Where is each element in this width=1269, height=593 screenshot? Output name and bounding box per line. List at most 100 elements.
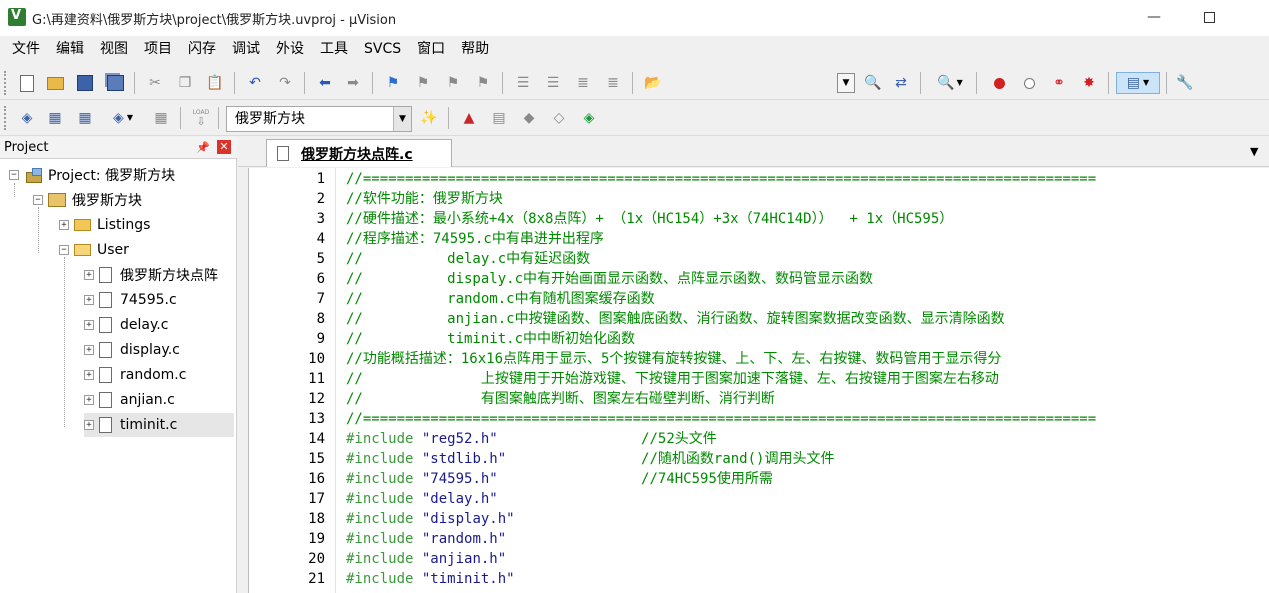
- expand-toggle[interactable]: +: [84, 270, 94, 280]
- expand-toggle[interactable]: +: [84, 420, 94, 430]
- tree-item-file[interactable]: +74595.c: [84, 288, 234, 312]
- next-bookmark-button[interactable]: ⚑: [442, 72, 464, 94]
- collapse-toggle[interactable]: −: [59, 245, 69, 255]
- comment-button[interactable]: ≣: [572, 72, 594, 94]
- save-all-button[interactable]: [104, 72, 126, 94]
- expand-toggle[interactable]: +: [59, 220, 69, 230]
- tree-item-file[interactable]: + anjian.c: [84, 388, 234, 412]
- minimize-button[interactable]: —: [1131, 0, 1177, 36]
- comment-text: // 上按键用于开始游戏键、下按键用于图案加速下落键、左、右按键用于图案左右移动: [346, 371, 999, 387]
- maximize-button[interactable]: [1186, 0, 1232, 36]
- target-options-button[interactable]: ✨: [418, 107, 440, 129]
- disable-all-breakpoints-button[interactable]: ⚭: [1048, 72, 1070, 94]
- collapse-toggle[interactable]: −: [9, 170, 19, 180]
- source-file-icon: [99, 392, 112, 408]
- menu-item-2[interactable]: 视图: [92, 36, 136, 62]
- select-packs-button[interactable]: ▤: [488, 107, 510, 129]
- menu-item-0[interactable]: 文件: [4, 36, 48, 62]
- find-button[interactable]: 🔍: [862, 72, 884, 94]
- menu-item-10[interactable]: 帮助: [453, 36, 497, 62]
- line-number: 4: [316, 231, 325, 247]
- comment-text: // anjian.c中按键函数、图案触底函数、消行函数、旋转图案数据改变函数、…: [346, 311, 1005, 327]
- uncomment-button[interactable]: ≣: [602, 72, 624, 94]
- navigate-forward-button[interactable]: ➡: [342, 72, 364, 94]
- tree-item-label: 74595.c: [120, 292, 177, 308]
- copy-button[interactable]: ❐: [174, 72, 196, 94]
- clear-bookmarks-button[interactable]: ⚑: [472, 72, 494, 94]
- expand-toggle[interactable]: +: [84, 345, 94, 355]
- bookmark-next-icon: ⚑: [446, 75, 460, 91]
- line-number: 10: [308, 351, 325, 367]
- configuration-button[interactable]: 🔧: [1174, 72, 1196, 94]
- tree-item-file[interactable]: + random.c: [84, 363, 234, 387]
- target-select[interactable]: 俄罗斯方块 ▼: [226, 106, 412, 132]
- toolbar-grip[interactable]: [4, 71, 7, 95]
- toolbar-grip[interactable]: [4, 106, 7, 130]
- code-editor[interactable]: 1 //=====================================…: [248, 168, 1269, 593]
- window-layout-button[interactable]: ▤ ▼: [1116, 72, 1160, 94]
- stop-build-button[interactable]: ▦: [150, 107, 172, 129]
- menu-item-3[interactable]: 项目: [136, 36, 180, 62]
- debug-session-button[interactable]: 🔍 ▼: [930, 72, 970, 94]
- expand-toggle[interactable]: +: [84, 295, 94, 305]
- pack-installer-button[interactable]: ◇: [548, 107, 570, 129]
- indent-button[interactable]: ☰: [512, 72, 534, 94]
- insert-bookmark-button[interactable]: ⚑: [382, 72, 404, 94]
- title-bar: G:\再建资料\俄罗斯方块\project\俄罗斯方块.uvproj - µVi…: [0, 0, 1269, 36]
- tree-item-group-user[interactable]: − User: [59, 238, 129, 262]
- menu-item-7[interactable]: 工具: [312, 36, 356, 62]
- manage-rte-button[interactable]: ◆: [518, 107, 540, 129]
- tab-list-dropdown-icon[interactable]: ▼: [1250, 145, 1258, 158]
- batch-build-button[interactable]: ◈ ▼: [104, 107, 142, 129]
- tree-item-target[interactable]: − 俄罗斯方块: [33, 188, 142, 212]
- expand-toggle[interactable]: +: [84, 320, 94, 330]
- translate-button[interactable]: ◈: [16, 107, 38, 129]
- manage-project-items-button[interactable]: ▲: [458, 107, 480, 129]
- window-title: G:\再建资料\俄罗斯方块\project\俄罗斯方块.uvproj - µVi…: [32, 13, 397, 28]
- save-button[interactable]: [74, 72, 96, 94]
- download-button[interactable]: LOAD ⇩: [190, 107, 212, 129]
- kill-all-breakpoints-button[interactable]: ✸: [1078, 72, 1100, 94]
- chevron-down-icon: ▼: [956, 78, 963, 87]
- new-file-button[interactable]: [16, 72, 38, 94]
- find-in-files-button[interactable]: 📂: [642, 72, 664, 94]
- close-pane-icon[interactable]: ✕: [217, 140, 231, 154]
- insert-breakpoint-button[interactable]: [988, 72, 1010, 94]
- pack-installer-green-button[interactable]: ◈: [578, 107, 600, 129]
- redo-button[interactable]: ↷: [274, 72, 296, 94]
- toolbar-separator: [372, 72, 373, 94]
- incremental-find-button[interactable]: ⇄: [890, 72, 912, 94]
- build-button[interactable]: ▦: [44, 107, 66, 129]
- expand-toggle[interactable]: +: [84, 370, 94, 380]
- tree-item-file[interactable]: + delay.c: [84, 313, 234, 337]
- open-file-button[interactable]: [44, 72, 66, 94]
- menu-item-4[interactable]: 闪存: [180, 36, 224, 62]
- navigate-back-button[interactable]: ⬅: [314, 72, 336, 94]
- tree-item-file[interactable]: + display.c: [84, 338, 234, 362]
- menu-item-9[interactable]: 窗口: [409, 36, 453, 62]
- unindent-button[interactable]: ☰: [542, 72, 564, 94]
- tree-item-group-listings[interactable]: + Listings: [59, 213, 150, 237]
- undo-button[interactable]: ↶: [244, 72, 266, 94]
- code-text: //功能概括描述：16x16点阵用于显示、5个按键有旋转按键、上、下、左、右按键…: [346, 349, 1001, 369]
- menu-item-6[interactable]: 外设: [268, 36, 312, 62]
- tree-item-file[interactable]: + 俄罗斯方块点阵: [84, 263, 234, 287]
- rebuild-button[interactable]: ▦: [74, 107, 96, 129]
- cut-button[interactable]: ✂: [144, 72, 166, 94]
- chevron-down-icon[interactable]: ▼: [393, 107, 411, 131]
- pin-icon[interactable]: 📌: [196, 141, 210, 154]
- menu-item-5[interactable]: 调试: [224, 36, 268, 62]
- enable-breakpoint-button[interactable]: [1018, 72, 1040, 94]
- tree-item-project-root[interactable]: − Project: 俄罗斯方块: [9, 163, 175, 187]
- editor-tab-active[interactable]: 俄罗斯方块点阵.c: [266, 139, 452, 167]
- paste-button[interactable]: 📋: [204, 72, 226, 94]
- find-combo-dropdown[interactable]: ▼: [837, 73, 855, 93]
- menu-item-1[interactable]: 编辑: [48, 36, 92, 62]
- tree-item-file[interactable]: + timinit.c: [84, 413, 234, 437]
- expand-toggle[interactable]: +: [84, 395, 94, 405]
- menu-item-8[interactable]: SVCS: [356, 36, 409, 62]
- collapse-toggle[interactable]: −: [33, 195, 43, 205]
- bookmark-clear-icon: ⚑: [476, 75, 490, 91]
- prev-bookmark-button[interactable]: ⚑: [412, 72, 434, 94]
